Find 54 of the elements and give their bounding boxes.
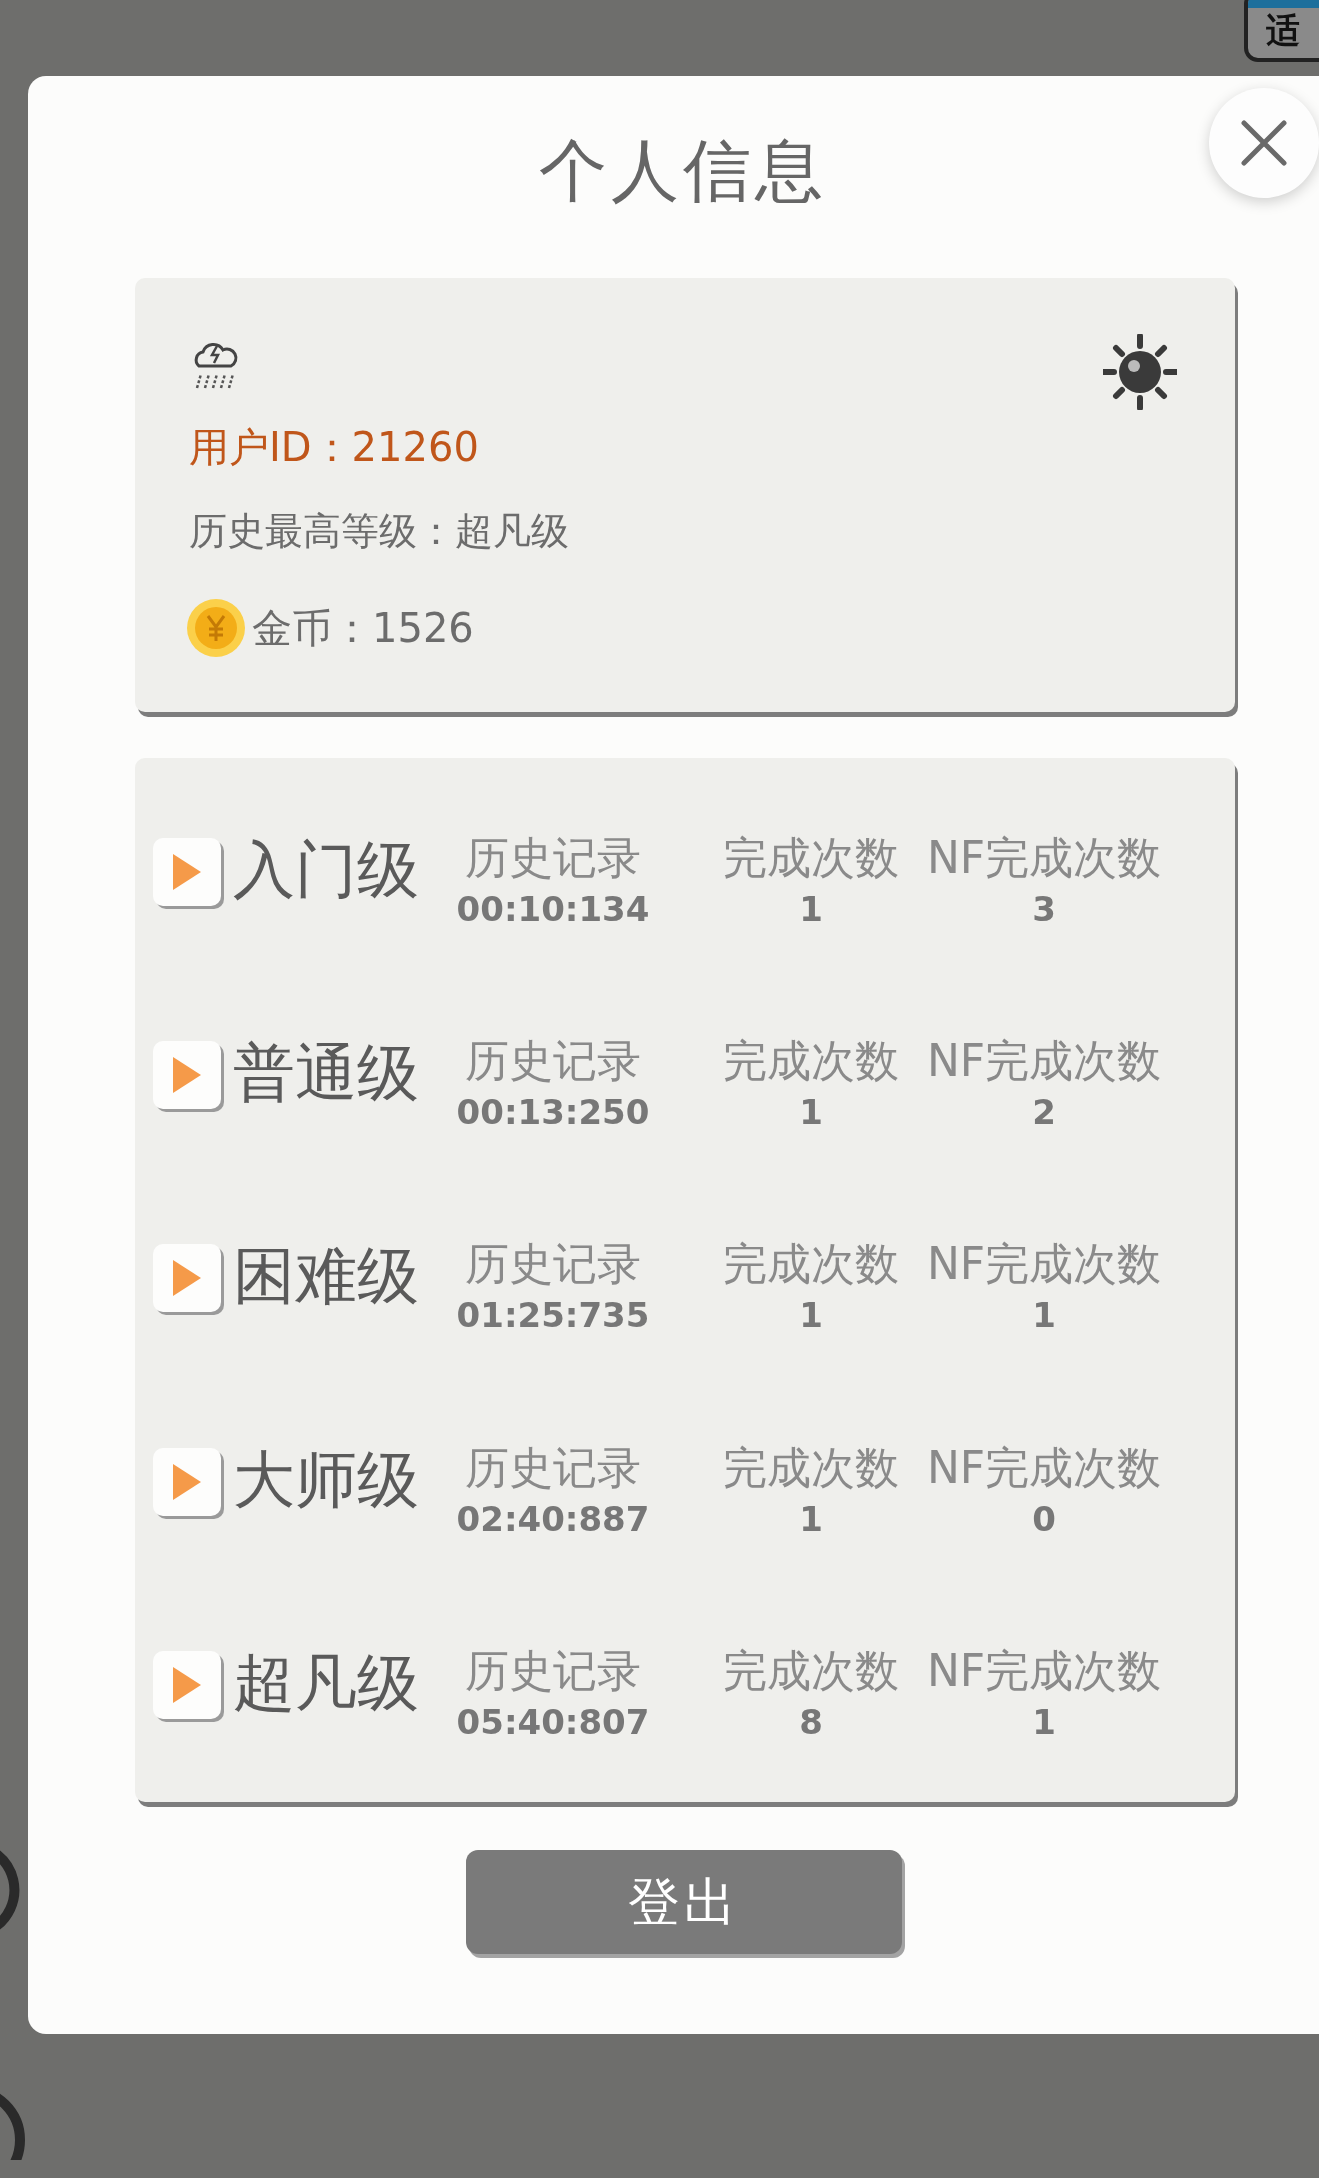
sun-icon (1103, 334, 1177, 410)
column-label: NF完成次数 (926, 831, 1162, 885)
column-label: NF完成次数 (926, 1440, 1162, 1495)
nf-completions-count: 0 (1032, 1497, 1056, 1541)
completions-count: 1 (799, 1497, 823, 1541)
tag-badge[interactable]: 适 (1244, 0, 1319, 62)
nf-completions-count: 3 (1032, 888, 1056, 931)
column-label: 完成次数 (723, 1643, 899, 1698)
record-time: 00:13:250 (456, 1091, 650, 1135)
column-label: 完成次数 (723, 831, 899, 885)
column-label: 完成次数 (723, 1237, 899, 1292)
column-label: NF完成次数 (926, 1237, 1162, 1292)
play-icon (171, 1055, 203, 1096)
play-button[interactable] (153, 1041, 221, 1110)
dialog-title: 个人信息 (539, 130, 827, 212)
play-button[interactable] (153, 838, 221, 906)
level-name: 大师级 (233, 1441, 420, 1518)
record-time: 05:40:807 (456, 1700, 650, 1744)
coin-icon (186, 598, 246, 658)
completions-count: 1 (799, 888, 823, 931)
completions-count: 1 (799, 1294, 823, 1338)
completions-count: 1 (799, 1091, 823, 1135)
coins-text: 金币：1526 (252, 604, 474, 653)
completions-count: 8 (799, 1700, 823, 1744)
column-label: 历史记录 (465, 1034, 641, 1089)
level-name: 入门级 (233, 832, 420, 908)
record-time: 00:10:134 (456, 888, 650, 931)
column-label: NF完成次数 (926, 1643, 1162, 1698)
close-button[interactable] (1209, 88, 1319, 198)
play-button[interactable] (153, 1447, 221, 1516)
nf-completions-count: 2 (1032, 1091, 1056, 1135)
record-time: 01:25:735 (456, 1294, 650, 1338)
play-icon (171, 1664, 203, 1705)
column-label: NF完成次数 (926, 1034, 1162, 1089)
highest-level-text: 历史最高等级：超凡级 (189, 508, 570, 555)
play-icon (171, 1461, 203, 1502)
column-label: 历史记录 (465, 831, 641, 885)
user-id-text: 用户ID：21260 (189, 423, 480, 472)
play-icon (171, 1258, 203, 1299)
close-icon (1241, 120, 1287, 166)
column-label: 完成次数 (723, 1034, 899, 1089)
level-name: 普通级 (233, 1035, 420, 1112)
play-button[interactable] (153, 1650, 221, 1719)
play-icon (171, 852, 203, 892)
play-button[interactable] (153, 1244, 221, 1313)
level-name: 超凡级 (233, 1644, 420, 1721)
record-time: 02:40:887 (456, 1497, 650, 1541)
column-label: 历史记录 (465, 1643, 641, 1698)
column-label: 历史记录 (465, 1237, 641, 1292)
nf-completions-count: 1 (1032, 1294, 1056, 1338)
column-label: 完成次数 (723, 1440, 899, 1495)
column-label: 历史记录 (465, 1440, 641, 1495)
level-name: 困难级 (233, 1238, 420, 1315)
nf-completions-count: 1 (1032, 1700, 1056, 1744)
